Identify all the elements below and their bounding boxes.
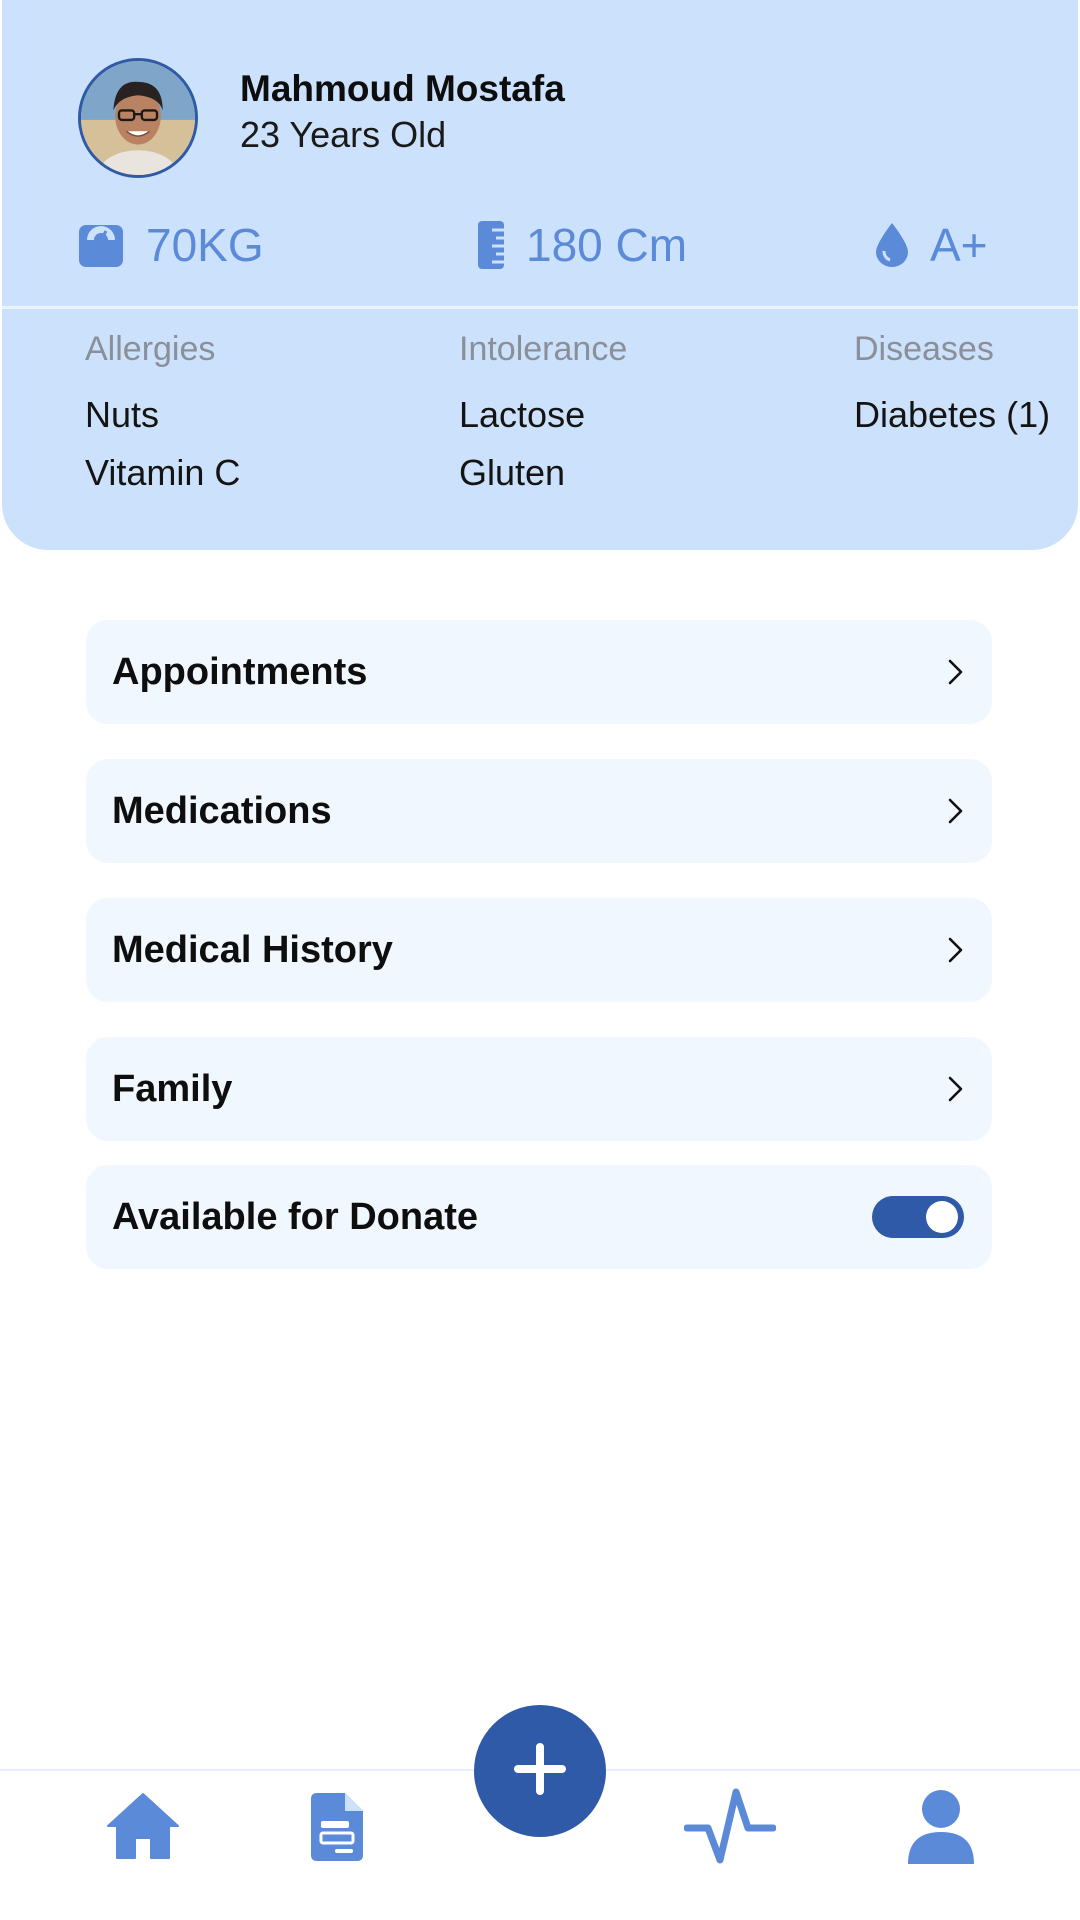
toggle-knob xyxy=(926,1201,958,1233)
ruler-icon xyxy=(478,221,504,269)
disease-item: Diabetes (1) xyxy=(854,394,1051,435)
intolerance-column: Intolerance Lactose Gluten xyxy=(459,330,628,493)
weight-stat: 70KG xyxy=(78,215,264,275)
header-divider xyxy=(2,306,1078,309)
blood-drop-icon xyxy=(876,223,908,267)
profile-icon[interactable] xyxy=(908,1790,974,1864)
medications-button[interactable]: Medications xyxy=(86,759,992,863)
add-button[interactable] xyxy=(474,1705,606,1837)
allergy-item: Vitamin C xyxy=(85,452,241,493)
chevron-right-icon xyxy=(948,798,964,824)
user-age: 23 Years Old xyxy=(240,114,447,155)
donate-row: Available for Donate xyxy=(86,1165,992,1269)
chevron-right-icon xyxy=(948,659,964,685)
pulse-icon[interactable] xyxy=(684,1788,776,1864)
document-icon[interactable] xyxy=(311,1793,363,1861)
appointments-button[interactable]: Appointments xyxy=(86,620,992,724)
intolerance-heading: Intolerance xyxy=(459,330,628,368)
diseases-heading: Diseases xyxy=(854,330,994,368)
weight-value: 70KG xyxy=(146,219,264,271)
user-name: Mahmoud Mostafa xyxy=(240,68,565,109)
profile-screen: Mahmoud Mostafa 23 Years Old 70KG 180 Cm… xyxy=(0,0,1080,1920)
menu-item-label: Medications xyxy=(112,789,332,832)
menu-item-label: Medical History xyxy=(112,928,393,971)
avatar-photo xyxy=(81,61,195,175)
scale-icon xyxy=(78,222,124,268)
donate-toggle[interactable] xyxy=(872,1196,964,1238)
menu-item-label: Family xyxy=(112,1067,233,1110)
donate-label: Available for Donate xyxy=(112,1195,479,1238)
avatar[interactable] xyxy=(78,58,198,178)
diseases-column: Diseases Diabetes (1) xyxy=(854,330,1051,435)
family-button[interactable]: Family xyxy=(86,1037,992,1141)
height-value: 180 Cm xyxy=(526,219,688,271)
allergy-item: Nuts xyxy=(85,394,160,435)
allergies-column: Allergies Nuts Vitamin C xyxy=(85,330,241,493)
blood-type-value: A+ xyxy=(930,219,988,271)
blood-type-stat: A+ xyxy=(876,215,988,275)
add-icon xyxy=(512,1741,568,1802)
home-icon[interactable] xyxy=(106,1792,180,1860)
chevron-right-icon xyxy=(948,937,964,963)
height-stat: 180 Cm xyxy=(478,215,687,275)
menu-item-label: Appointments xyxy=(112,650,368,693)
intolerance-item: Gluten xyxy=(459,452,566,493)
intolerance-item: Lactose xyxy=(459,394,586,435)
medical-history-button[interactable]: Medical History xyxy=(86,898,992,1002)
chevron-right-icon xyxy=(948,1076,964,1102)
allergies-heading: Allergies xyxy=(85,330,216,368)
